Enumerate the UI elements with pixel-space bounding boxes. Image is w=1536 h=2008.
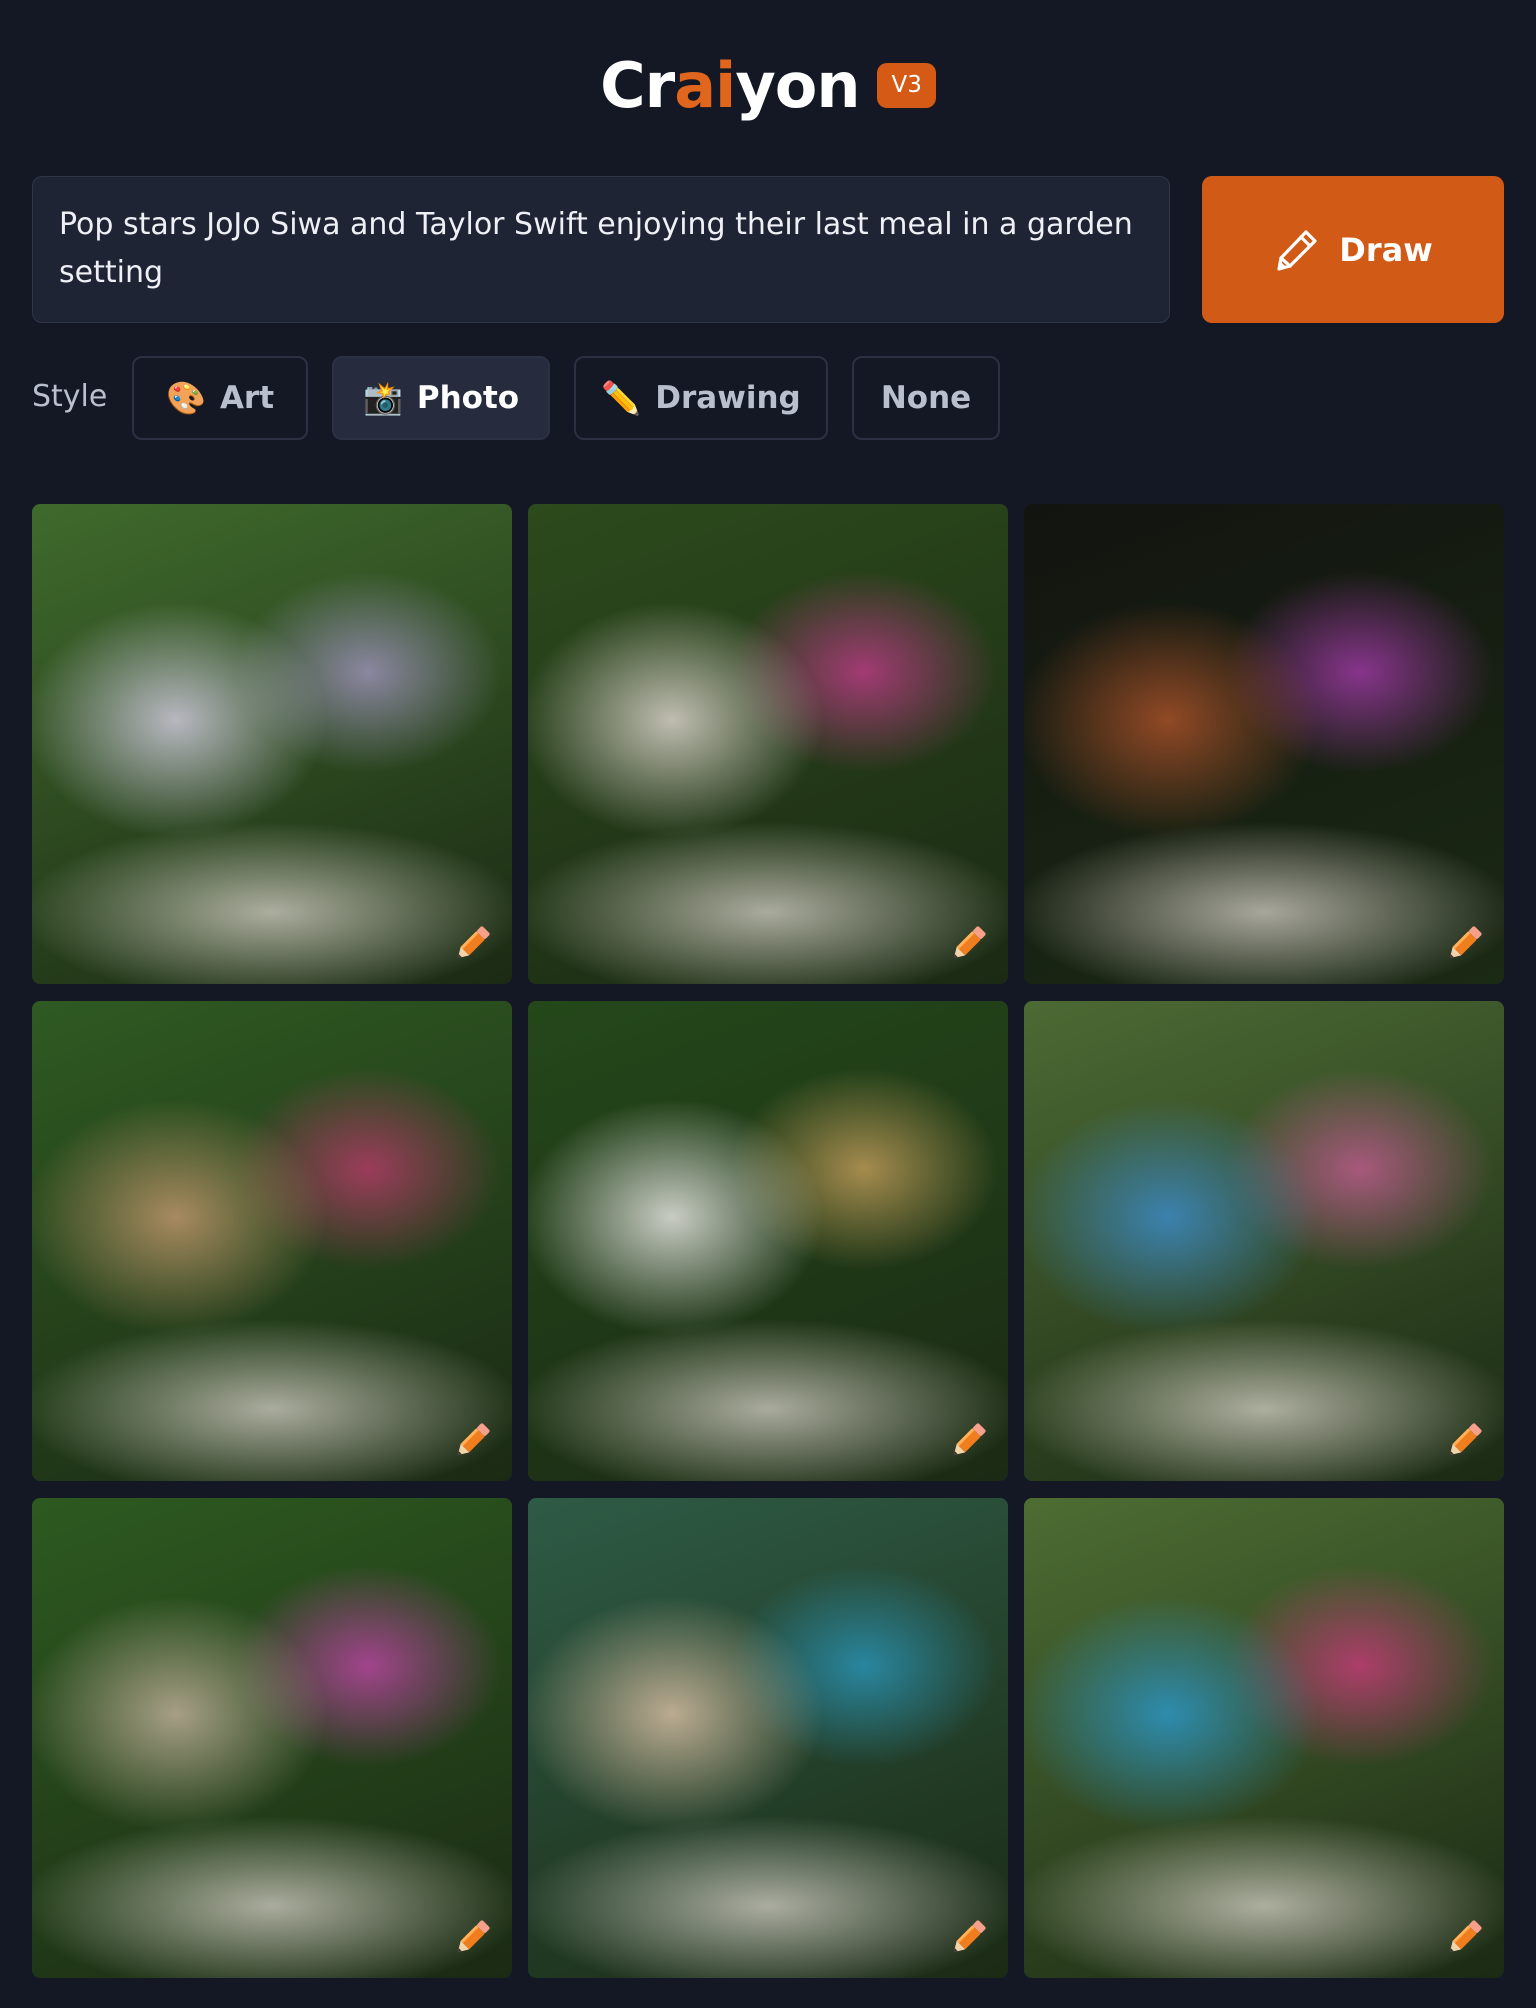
edit-pencil-icon[interactable] [946, 922, 990, 966]
style-option-photo[interactable]: 📸 Photo [332, 356, 550, 440]
draw-button[interactable]: Draw [1202, 176, 1504, 323]
style-label: Style [32, 379, 108, 414]
edit-pencil-icon[interactable] [946, 1916, 990, 1960]
logo-part-2: ai [674, 48, 736, 122]
pencil-icon [1277, 229, 1317, 271]
edit-pencil-icon[interactable] [946, 1419, 990, 1463]
edit-pencil-icon[interactable] [450, 1916, 494, 1960]
style-option-drawing[interactable]: ✏️ Drawing [574, 356, 828, 440]
edit-pencil-icon[interactable] [1442, 922, 1486, 966]
logo-part-3: yon [735, 48, 860, 122]
generated-image[interactable] [528, 1001, 1008, 1481]
edit-pencil-icon[interactable] [450, 922, 494, 966]
image-grid [32, 504, 1504, 1978]
style-option-art[interactable]: 🎨 Art [132, 356, 308, 440]
generated-image[interactable] [1024, 504, 1504, 984]
edit-pencil-icon[interactable] [450, 1419, 494, 1463]
style-option-label: None [880, 380, 972, 416]
style-option-none[interactable]: None [852, 356, 1000, 440]
generated-image[interactable] [528, 1498, 1008, 1978]
style-option-label: Photo [416, 380, 520, 416]
pencil-icon: ✏️ [601, 379, 642, 417]
prompt-input[interactable]: Pop stars JoJo Siwa and Taylor Swift enj… [32, 176, 1170, 323]
generated-image[interactable] [1024, 1498, 1504, 1978]
style-option-label: Drawing [655, 380, 801, 416]
generated-image[interactable] [528, 504, 1008, 984]
logo[interactable]: Craiyon [600, 48, 860, 122]
edit-pencil-icon[interactable] [1442, 1916, 1486, 1960]
header: Craiyon V3 [0, 40, 1536, 130]
version-badge: V3 [877, 62, 936, 108]
style-option-label: Art [219, 380, 275, 416]
camera-flash-icon: 📸 [362, 379, 403, 417]
draw-button-label: Draw [1339, 230, 1433, 269]
generated-image[interactable] [32, 504, 512, 984]
edit-pencil-icon[interactable] [1442, 1419, 1486, 1463]
generated-image[interactable] [1024, 1001, 1504, 1481]
generated-image[interactable] [32, 1498, 512, 1978]
generated-image[interactable] [32, 1001, 512, 1481]
palette-icon: 🎨 [166, 379, 206, 417]
logo-part-1: Cr [600, 48, 675, 122]
